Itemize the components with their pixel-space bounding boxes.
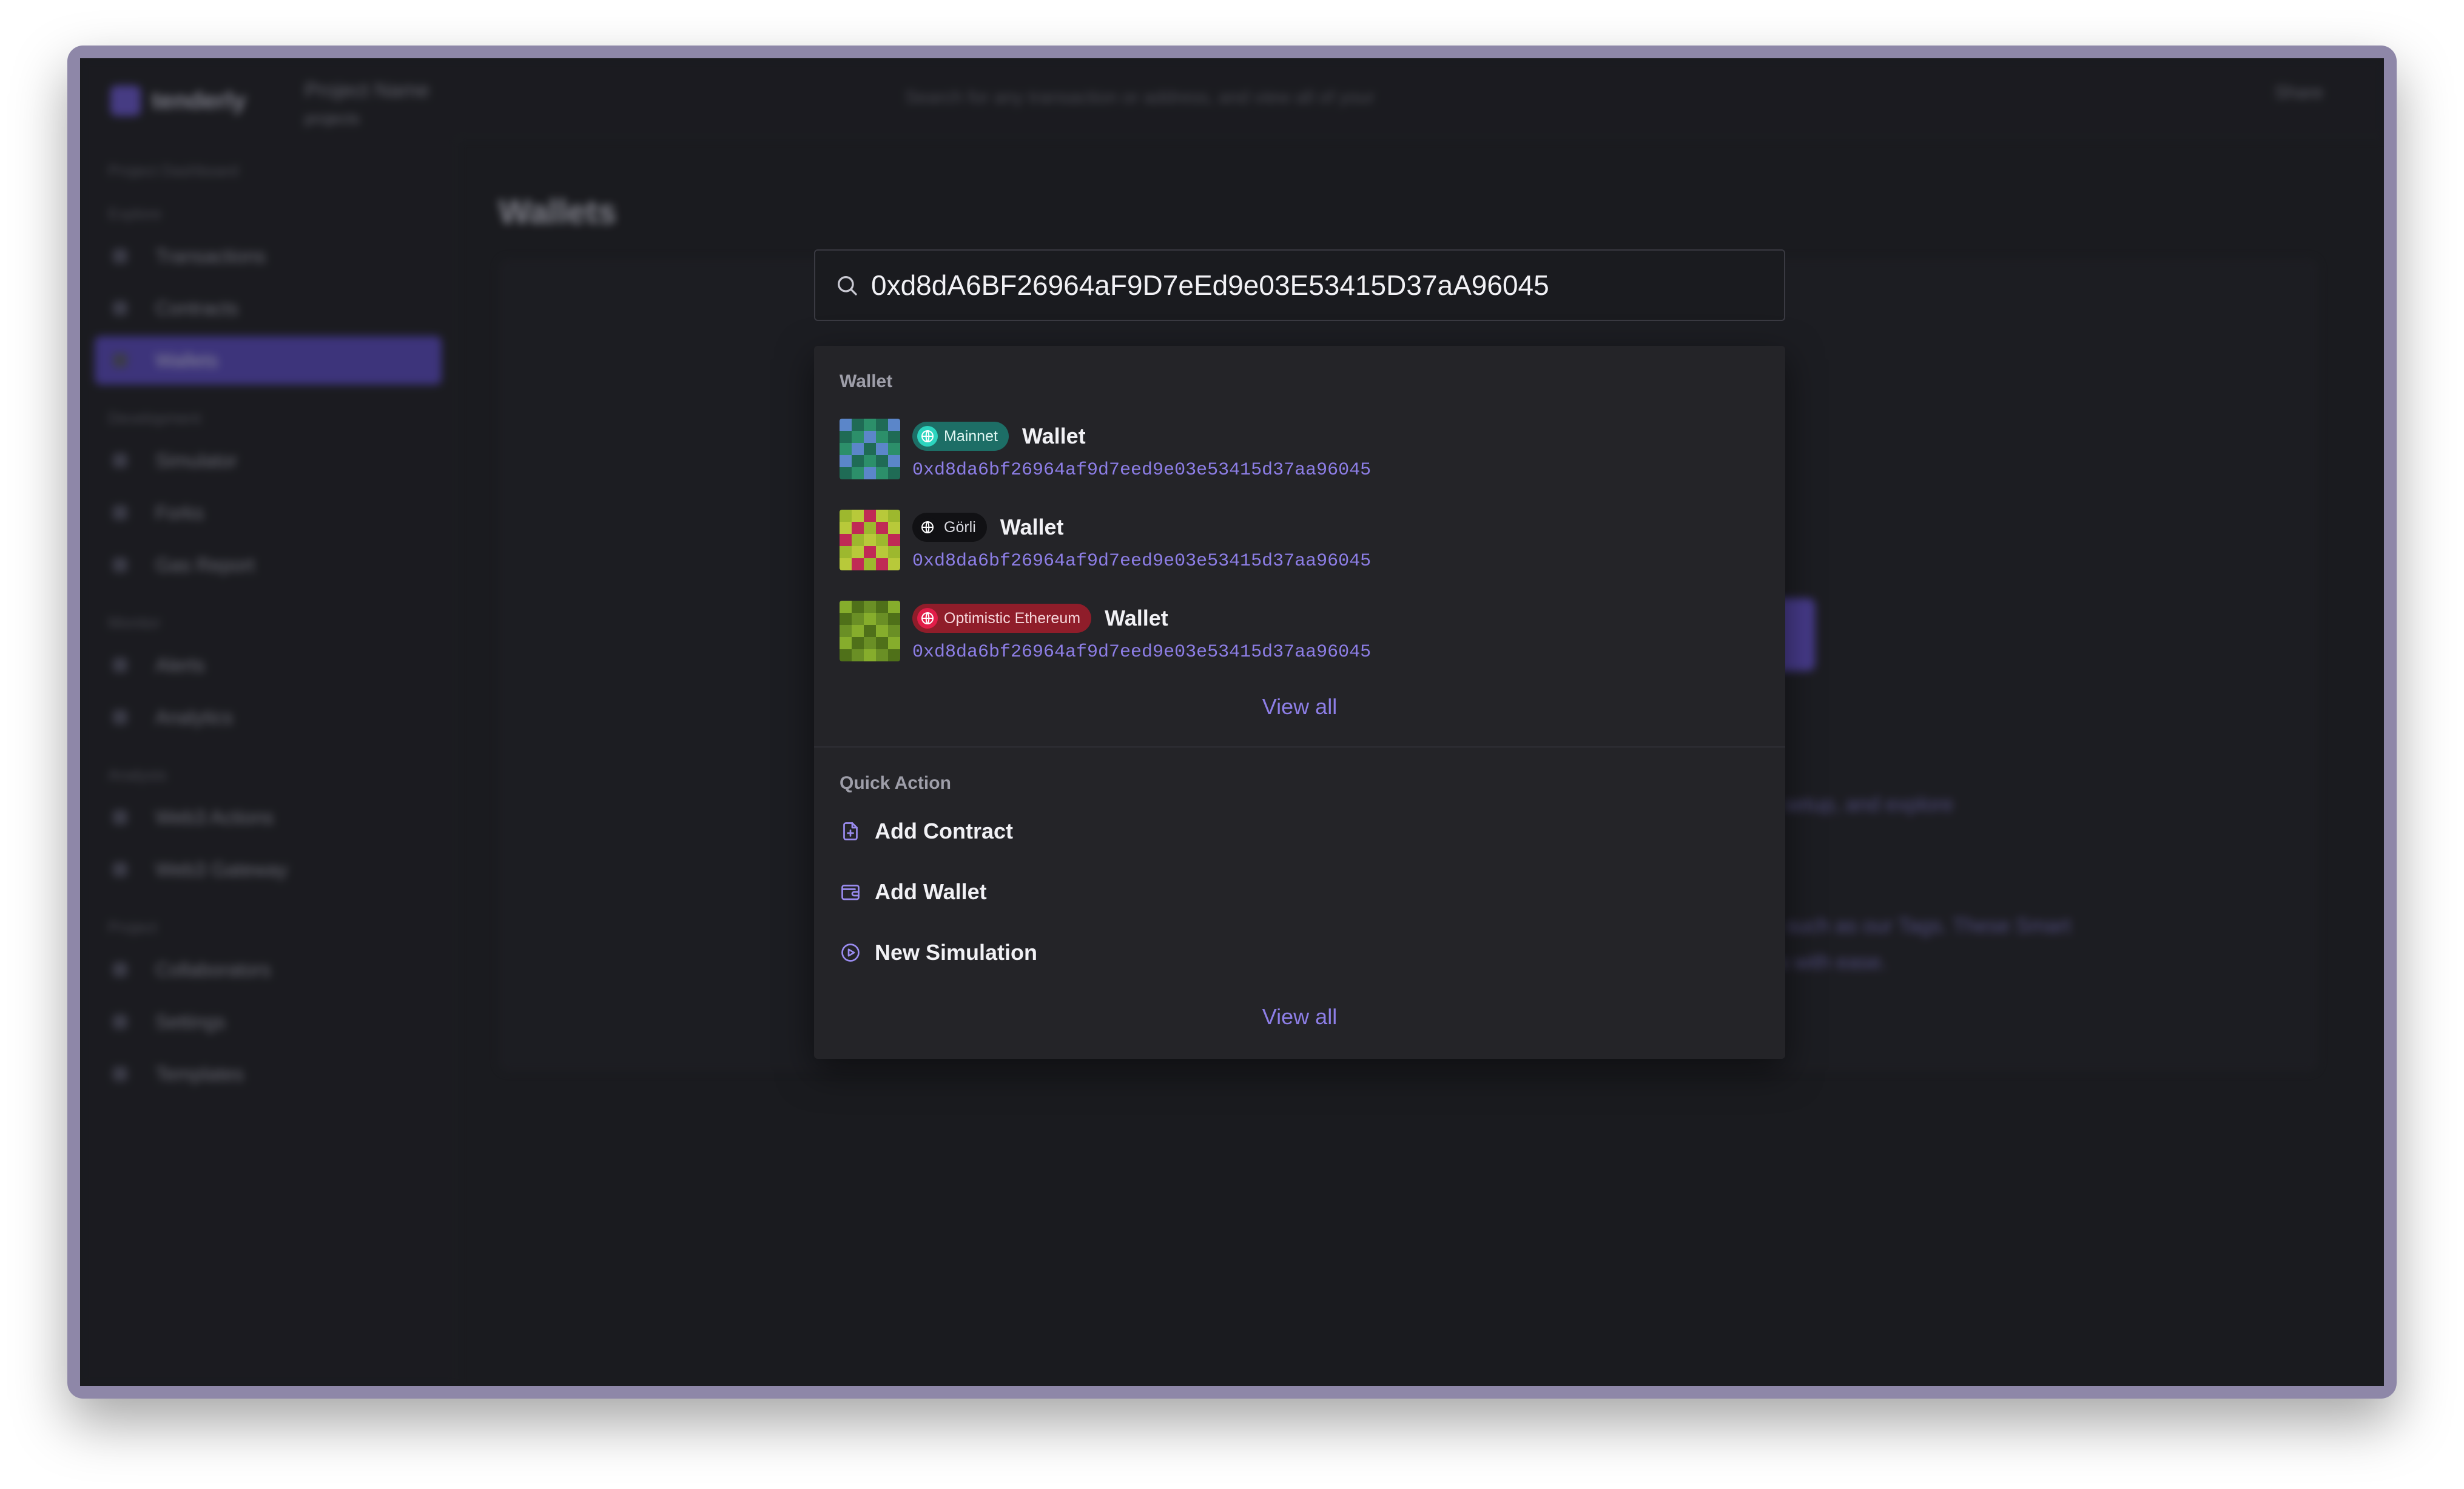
action-label: Add Wallet: [875, 879, 987, 904]
sidebar-item-forks[interactable]: Forks: [95, 488, 442, 537]
wallet-icon: [841, 885, 860, 900]
globe-icon: [917, 517, 938, 538]
globe-icon: [917, 608, 938, 629]
page-title: Wallets: [499, 192, 616, 231]
add-wallet-action[interactable]: Add Wallet: [840, 874, 987, 910]
sidebar-section-label: Project: [108, 918, 157, 936]
network-badge: Görli: [912, 513, 987, 542]
sidebar-section-label: Development: [108, 409, 201, 427]
action-label: Add Contract: [875, 819, 1013, 843]
search-input[interactable]: [870, 250, 1784, 320]
network-name: Görli: [944, 518, 976, 536]
sidebar-item-contracts[interactable]: Contracts: [95, 284, 442, 333]
wallet-section-label: Wallet: [840, 371, 893, 391]
sidebar-item-analytics[interactable]: Analytics: [95, 693, 442, 741]
sidebar-item-simulator[interactable]: Simulator: [95, 436, 442, 485]
wallet-avatar: [840, 510, 900, 570]
action-label: New Simulation: [875, 940, 1038, 965]
section-divider: [814, 746, 1785, 748]
quick-action-section-label: Quick Action: [840, 773, 951, 793]
network-badge: Mainnet: [912, 422, 1009, 451]
wallet-address: 0xd8da6bf26964af9d7eed9e03e53415d37aa960…: [912, 551, 1372, 572]
wallet-address: 0xd8da6bf26964af9d7eed9e03e53415d37aa960…: [912, 460, 1372, 481]
wallet-row-header: Mainnet Wallet: [912, 421, 1086, 451]
top-bar: tenderly Project Name projects Search fo…: [80, 58, 2384, 138]
wallet-result-row[interactable]: Görli Wallet 0xd8da6bf26964af9d7eed9e03e53…: [840, 510, 1762, 576]
search-results-dropdown: Wallet Mainnet Wallet 0xd8da6bf26964af9d7e…: [814, 346, 1785, 1059]
sidebar-item-wallets[interactable]: Wallets: [95, 336, 442, 385]
network-name: Optimistic Ethereum: [944, 609, 1081, 627]
sidebar-item-settings[interactable]: Settings: [95, 998, 442, 1046]
sidebar-item-web3-gateway[interactable]: Web3 Gateway: [95, 845, 442, 894]
add-contract-action[interactable]: Add Contract: [840, 813, 1013, 849]
app-window: tenderly Project Name projects Search fo…: [67, 46, 2397, 1399]
logo-text: tenderly: [152, 87, 246, 114]
wallet-row-header: Optimistic Ethereum Wallet: [912, 603, 1168, 633]
search-icon: [838, 276, 857, 295]
sidebar-item-templates[interactable]: Templates: [95, 1050, 442, 1098]
sidebar-item-web3-actions[interactable]: Web3 Actions: [95, 793, 442, 842]
top-search-bar[interactable]: Search for any transaction or address, a…: [869, 80, 1657, 115]
sidebar-section-label: Explore: [108, 204, 162, 223]
globe-icon: [917, 426, 938, 447]
share-button[interactable]: Share: [2275, 83, 2323, 103]
sidebar-item-collaborators[interactable]: Collaborators: [95, 945, 442, 994]
sidebar-section-label: Project Dashboard: [108, 161, 239, 180]
new-simulation-action[interactable]: New Simulation: [840, 934, 1037, 971]
wallet-avatar: [840, 419, 900, 479]
command-palette-search[interactable]: [814, 249, 1785, 321]
network-name: Mainnet: [944, 427, 998, 445]
wallet-result-row[interactable]: Mainnet Wallet 0xd8da6bf26964af9d7eed9e03e…: [840, 419, 1762, 485]
network-badge: Optimistic Ethereum: [912, 604, 1092, 633]
sidebar-item-alerts[interactable]: Alerts: [95, 641, 442, 689]
project-name: Project Name: [305, 79, 429, 102]
wallet-address: 0xd8da6bf26964af9d7eed9e03e53415d37aa960…: [912, 642, 1372, 663]
app-screen: tenderly Project Name projects Search fo…: [80, 58, 2384, 1386]
wallet-name: Wallet: [1000, 515, 1064, 539]
file-plus-icon: [843, 822, 858, 840]
logo-mark-icon: [110, 86, 141, 116]
sidebar-item-gas-report[interactable]: Gas Report: [95, 541, 442, 589]
wallets-view-all-link[interactable]: View all: [814, 694, 1785, 720]
wallet-row-header: Görli Wallet: [912, 512, 1063, 542]
wallet-name: Wallet: [1022, 424, 1086, 448]
sidebar-section-label: Monitor: [108, 613, 161, 632]
play-circle-icon: [841, 944, 860, 962]
sidebar: Project Dashboard Explore Transactions Cont…: [80, 137, 457, 1386]
wallet-result-row[interactable]: Optimistic Ethereum Wallet 0xd8da6bf26964a…: [840, 601, 1762, 667]
logo: tenderly: [110, 86, 246, 116]
project-switcher[interactable]: Project Name projects: [305, 76, 429, 132]
wallet-name: Wallet: [1105, 606, 1168, 630]
sidebar-item-transactions[interactable]: Transactions: [95, 232, 442, 280]
project-sub: projects: [305, 109, 360, 127]
sidebar-section-label: Analysis: [108, 766, 167, 784]
quick-actions-view-all-link[interactable]: View all: [814, 1004, 1785, 1030]
wallet-avatar: [840, 601, 900, 661]
